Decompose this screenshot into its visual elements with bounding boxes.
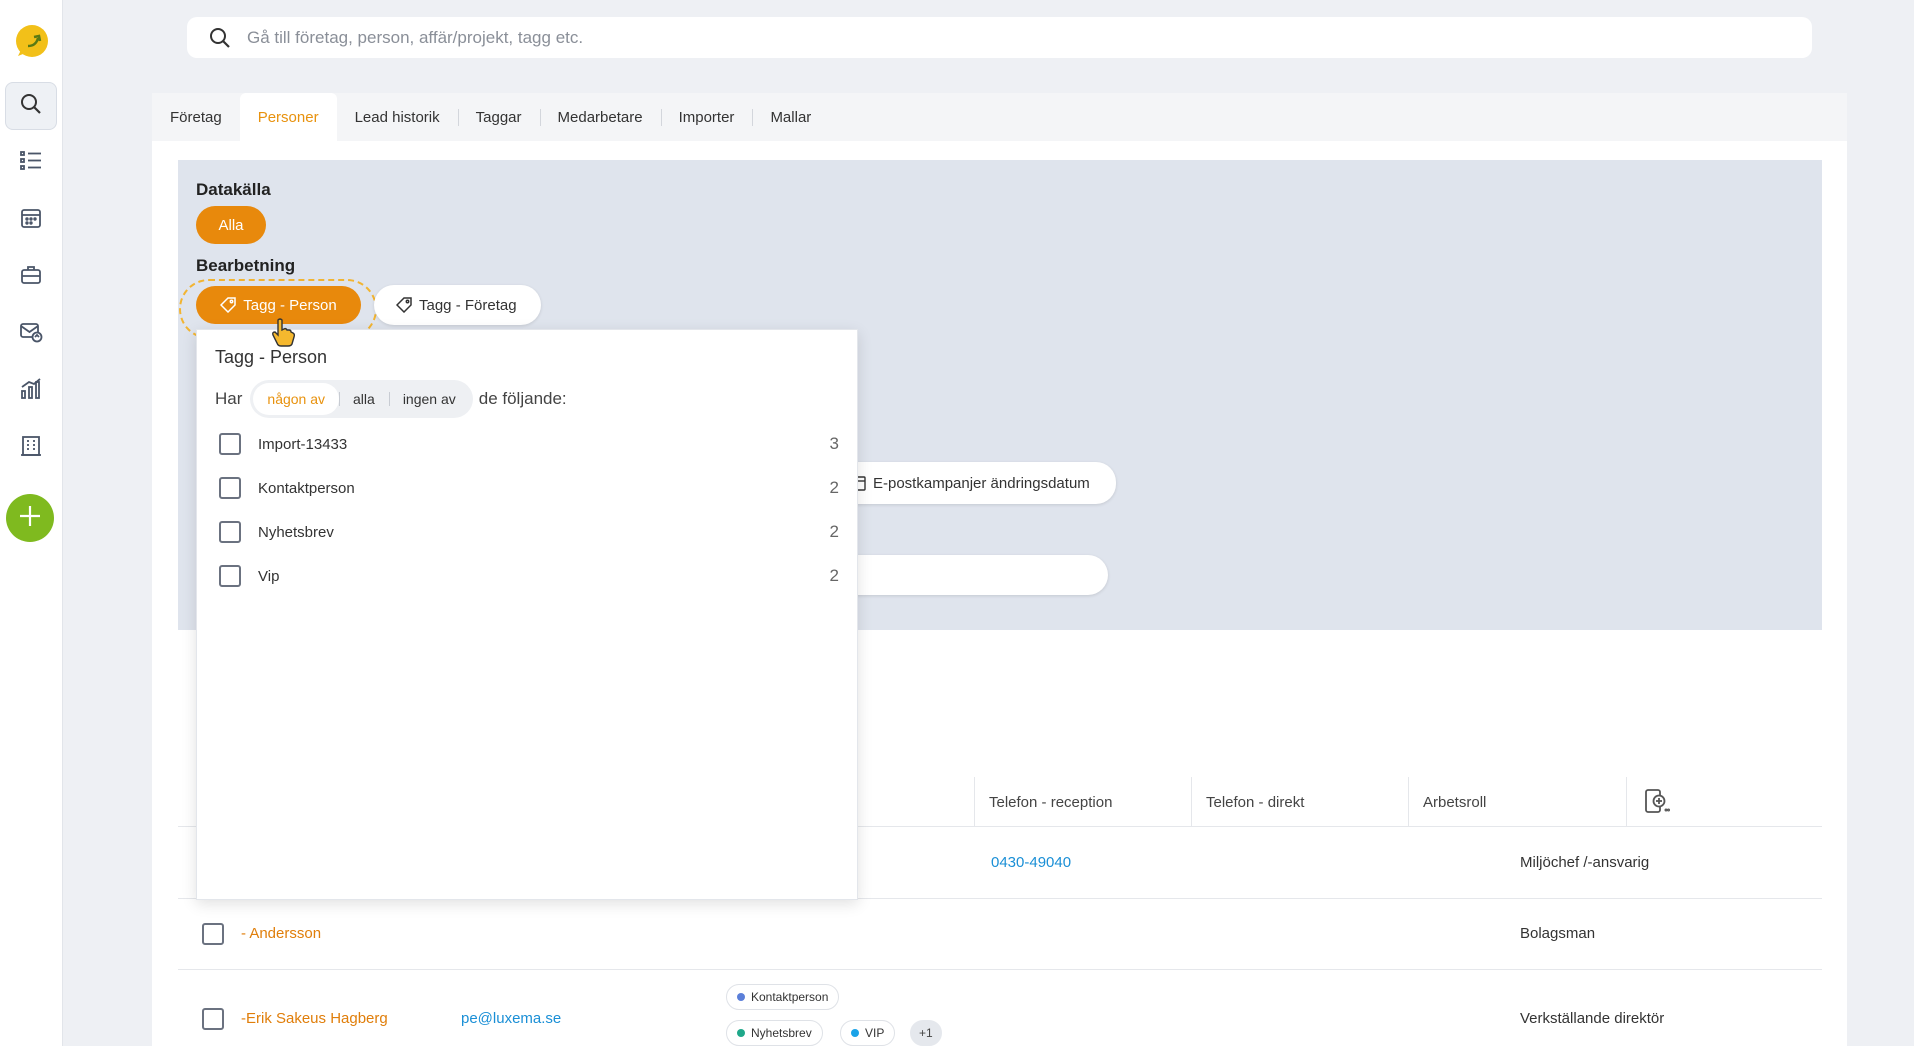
search-icon: [20, 93, 42, 120]
tab-importer[interactable]: Importer: [660, 93, 753, 141]
sidebar-companies-button[interactable]: [5, 424, 57, 472]
tab-mallar[interactable]: Mallar: [752, 93, 829, 141]
role-cell: Verkställande direktör: [1520, 1010, 1665, 1027]
tab-medarbetare[interactable]: Medarbetare: [539, 93, 661, 141]
hand-cursor-icon: [270, 318, 296, 353]
tag-chip[interactable]: Kontaktperson: [726, 984, 840, 1010]
mail-campaign-icon: [19, 321, 43, 348]
table-row[interactable]: -Erik Sakeus Hagberg pe@luxema.se Kontak…: [178, 970, 1822, 1046]
tag-person-label: Tagg - Person: [243, 296, 337, 314]
tag-label: VIP: [865, 1026, 885, 1040]
tag-chip[interactable]: Nyhetsbrev: [726, 1020, 823, 1046]
column-header-phone-reception[interactable]: Telefon - reception: [974, 777, 1191, 827]
person-name-link[interactable]: -Erik Sakeus Hagberg: [241, 1010, 388, 1027]
match-prefix: Har: [215, 389, 243, 408]
tag-chip[interactable]: VIP: [840, 1020, 896, 1046]
calendar-icon: [20, 207, 42, 234]
datasource-all-button[interactable]: Alla: [196, 206, 266, 244]
chart-icon: [20, 377, 42, 405]
tag-option[interactable]: Import-13433 3: [219, 430, 839, 458]
tag-option[interactable]: Nyhetsbrev 2: [219, 518, 839, 546]
email-link[interactable]: pe@luxema.se: [461, 1010, 561, 1027]
match-mode-segmented: någon av alla ingen av: [250, 380, 473, 418]
sidebar-list-button[interactable]: [5, 139, 57, 187]
mode-none-button[interactable]: ingen av: [388, 383, 470, 415]
sidebar-campaigns-button[interactable]: [5, 310, 57, 358]
briefcase-icon: [20, 264, 42, 291]
tag-company-label: Tagg - Företag: [419, 296, 517, 314]
option-checkbox[interactable]: [219, 565, 241, 587]
match-suffix: de följande:: [478, 389, 567, 408]
option-checkbox[interactable]: [219, 521, 241, 543]
row-checkbox[interactable]: [202, 1008, 224, 1030]
option-label: Nyhetsbrev: [258, 523, 334, 541]
tab-foretag[interactable]: Företag: [152, 93, 240, 141]
option-count: 2: [829, 522, 839, 541]
tag-person-dropdown: Tagg - Person Har någon av alla ingen av…: [196, 329, 858, 900]
datasource-label: Datakälla: [196, 180, 271, 199]
column-header-phone-direct[interactable]: Telefon - direkt: [1191, 777, 1408, 827]
sidebar-search-button[interactable]: [5, 82, 57, 130]
sidebar-deals-button[interactable]: [5, 253, 57, 301]
sidebar-reports-button[interactable]: [5, 367, 57, 415]
option-count: 3: [829, 434, 839, 453]
table-row[interactable]: - Andersson Bolagsman: [178, 899, 1822, 970]
option-count: 2: [829, 478, 839, 497]
global-search: [187, 17, 1812, 58]
tag-dot: [737, 1029, 745, 1037]
role-cell: Miljöchef /-ansvarig: [1520, 854, 1650, 871]
tag-company-button[interactable]: Tagg - Företag: [374, 285, 541, 325]
mode-any-button[interactable]: någon av: [253, 383, 340, 415]
match-mode-row: Har någon av alla ingen av de följande:: [215, 380, 567, 418]
tab-personer[interactable]: Personer: [239, 93, 337, 141]
option-label: Import-13433: [258, 435, 348, 453]
tag-label: Nyhetsbrev: [751, 1026, 812, 1040]
search-input[interactable]: [247, 27, 1747, 48]
tab-lead-historik[interactable]: Lead historik: [337, 93, 458, 141]
more-tags-badge[interactable]: +1: [910, 1020, 942, 1046]
tag-option[interactable]: Kontaktperson 2: [219, 474, 839, 502]
tag-option[interactable]: Vip 2: [219, 562, 839, 590]
search-icon: [209, 27, 231, 49]
column-header-role[interactable]: Arbetsroll: [1408, 777, 1626, 827]
tag-dot: [851, 1029, 859, 1037]
tag-icon: [396, 297, 412, 313]
option-checkbox[interactable]: [219, 477, 241, 499]
option-label: Vip: [258, 567, 280, 585]
add-column-icon: [1643, 788, 1671, 816]
campaign-date-button[interactable]: [818, 555, 1108, 595]
tag-label: Kontaktperson: [751, 990, 829, 1004]
tab-taggar[interactable]: Taggar: [457, 93, 540, 141]
campaign-date-filter[interactable]: E-postkampanjer ändringsdatum: [820, 462, 1116, 504]
list-icon: [20, 150, 42, 177]
building-icon: [20, 435, 42, 462]
mode-all-button[interactable]: alla: [339, 383, 389, 415]
person-name-link[interactable]: - Andersson: [241, 925, 321, 942]
app-logo-icon[interactable]: [12, 22, 52, 62]
option-label: Kontaktperson: [258, 479, 355, 497]
campaign-date-label: E-postkampanjer ändringsdatum: [873, 474, 1090, 492]
plus-icon: [18, 504, 42, 533]
tab-bar: Företag Personer Lead historik Taggar Me…: [152, 93, 1847, 141]
role-cell: Bolagsman: [1520, 925, 1596, 942]
sidebar-calendar-button[interactable]: [5, 196, 57, 244]
tag-icon: [220, 297, 237, 313]
tag-dot: [737, 993, 745, 1001]
add-new-button[interactable]: [6, 494, 54, 542]
sidebar: [0, 0, 63, 1046]
option-count: 2: [829, 566, 839, 585]
phone-reception-link[interactable]: 0430-49040: [991, 854, 1071, 871]
processing-label: Bearbetning: [196, 256, 296, 275]
add-column-button[interactable]: [1626, 777, 1676, 827]
row-checkbox[interactable]: [202, 923, 224, 945]
option-checkbox[interactable]: [219, 433, 241, 455]
